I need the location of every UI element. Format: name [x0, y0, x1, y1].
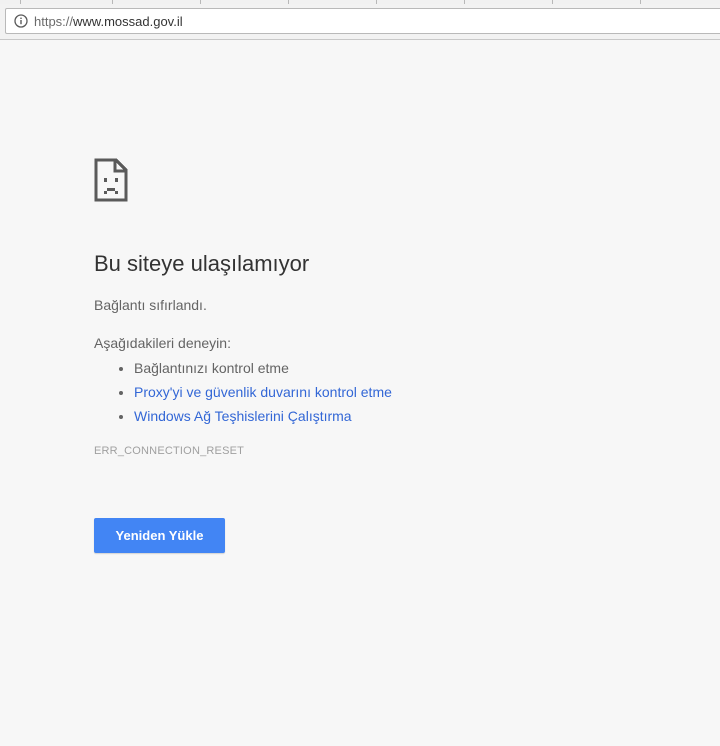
sad-document-icon: [94, 158, 128, 202]
suggestion-network-diagnostics: Windows Ağ Teşhislerini Çalıştırma: [134, 404, 654, 428]
error-code: ERR_CONNECTION_RESET: [94, 445, 245, 457]
suggestion-check-connection: Bağlantınızı kontrol etme: [134, 356, 654, 380]
browser-toolbar: https://www.mossad.gov.il: [0, 4, 720, 40]
url-host: www.mossad.gov.il: [73, 14, 183, 29]
error-content: Bu siteye ulaşılamıyor Bağlantı sıfırlan…: [94, 158, 654, 457]
suggestions-list: Bağlantınızı kontrol etme Proxy'yi ve gü…: [94, 356, 654, 428]
suggestions-header: Aşağıdakileri deneyin:: [94, 335, 231, 351]
error-title: Bu siteye ulaşılamıyor: [94, 251, 310, 276]
url-scheme: https://: [34, 14, 74, 29]
error-message: Bağlantı sıfırlandı.: [94, 297, 207, 313]
url-text[interactable]: https://www.mossad.gov.il: [34, 14, 183, 29]
network-diagnostics-link[interactable]: Windows Ağ Teşhislerini Çalıştırma: [134, 408, 352, 424]
address-bar[interactable]: https://www.mossad.gov.il: [5, 8, 720, 34]
reload-button[interactable]: Yeniden Yükle: [94, 518, 225, 553]
info-circle-icon[interactable]: [14, 14, 28, 28]
check-proxy-firewall-link[interactable]: Proxy'yi ve güvenlik duvarını kontrol et…: [134, 384, 392, 400]
suggestion-check-proxy-firewall: Proxy'yi ve güvenlik duvarını kontrol et…: [134, 380, 654, 404]
